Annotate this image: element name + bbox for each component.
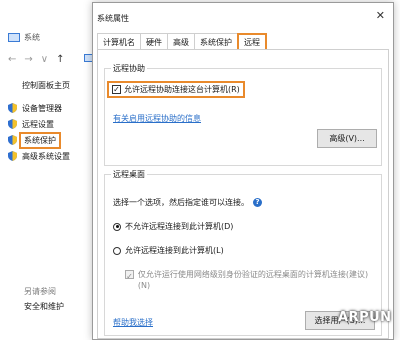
security-maintenance-link[interactable]: 安全和维护 [24,301,64,312]
radio-button[interactable] [113,246,121,255]
up-icon[interactable]: ↑ [56,54,64,65]
sidebar-item-label: 设备管理器 [22,103,62,113]
tab-remote[interactable]: 远程 [237,33,267,50]
shield-icon [8,103,17,113]
description-text: 选择一个选项，然后指定谁可以连接。 [113,198,249,207]
radio-button[interactable] [113,222,121,231]
watermark-logo: ARPUN [338,310,392,325]
close-icon[interactable]: ✕ [376,9,385,22]
tab-advanced[interactable]: 高级 [167,33,195,50]
remote-tab-panel: 远程协助 ✓ 允许远程协助连接这台计算机(R) 有关启用远程协助的信息 高级(V… [97,49,389,339]
sidebar-item-label: 高级系统设置 [22,151,70,161]
group-label: 远程协助 [111,63,147,74]
group-label: 远程桌面 [111,169,147,180]
tab-hardware[interactable]: 硬件 [140,33,168,50]
allow-remote-radio[interactable]: 允许远程连接到此计算机(L) [113,245,224,256]
sidebar-links: 设备管理器 远程设置 系统保护 高级系统设置 [8,100,70,164]
checkbox-label: 仅允许运行使用网络级别身份验证的远程桌面的计算机连接(建议)(N) [137,270,369,290]
window-title-label: 系统 [24,33,40,42]
computer-icon [8,33,20,42]
back-icon[interactable]: ← [8,54,16,65]
sidebar-item-remote-settings[interactable]: 远程设置 [8,116,70,132]
forward-icon[interactable]: → [24,54,32,65]
radio-label: 允许远程连接到此计算机(L) [125,246,224,255]
dialog-title: 系统属性 [97,14,129,23]
tab-strip: 计算机名 硬件 高级 系统保护 远程 [97,33,267,50]
sidebar-item-label: 系统保护 [19,131,61,149]
shield-icon [8,135,17,145]
remote-assistance-info-link[interactable]: 有关启用远程协助的信息 [113,113,201,124]
sidebar-item-advanced-system-settings[interactable]: 高级系统设置 [8,148,70,164]
deny-remote-radio[interactable]: 不允许远程连接到此计算机(D) [113,221,233,232]
nav-buttons: ← → ∨ ↑ [8,54,65,65]
checkbox-box[interactable]: ✓ [112,85,121,94]
help-me-choose-link[interactable]: 帮助我选择 [113,317,153,328]
remote-desktop-description: 选择一个选项，然后指定谁可以连接。 ? [113,197,262,208]
shield-icon [8,119,17,129]
remote-assistance-group: 远程协助 ✓ 允许远程协助连接这台计算机(R) 有关启用远程协助的信息 高级(V… [104,63,382,166]
tab-computer-name[interactable]: 计算机名 [97,33,141,50]
shield-icon [8,151,17,161]
sidebar-item-label: 远程设置 [22,119,54,129]
checkbox-label: 允许远程协助连接这台计算机(R) [124,85,240,94]
tab-system-protection[interactable]: 系统保护 [194,33,238,50]
control-panel-home-link[interactable]: 控制面板主页 [22,80,70,91]
window-title: 系统 [8,32,40,43]
control-panel-window: 系统 ← → ∨ ↑ 控制面板主页 设备管理器 远程设置 系统保护 高级系统设置… [0,0,92,340]
sidebar-item-system-protection[interactable]: 系统保护 [8,131,70,149]
recent-dropdown-icon[interactable]: ∨ [41,54,48,65]
advanced-button[interactable]: 高级(V)... [317,129,377,148]
system-properties-dialog: 系统属性 ✕ 计算机名 硬件 高级 系统保护 远程 远程协助 ✓ 允许远程协助连… [92,2,394,340]
nla-only-checkbox: ✓ 仅允许运行使用网络级别身份验证的远程桌面的计算机连接(建议)(N) [125,269,375,291]
allow-remote-assistance-checkbox[interactable]: ✓ 允许远程协助连接这台计算机(R) [107,81,245,98]
checkbox-box: ✓ [125,270,134,281]
radio-label: 不允许远程连接到此计算机(D) [125,222,234,231]
see-also-heading: 另请参阅 [24,287,56,296]
help-icon[interactable]: ? [253,198,262,207]
sidebar-item-device-manager[interactable]: 设备管理器 [8,100,70,116]
